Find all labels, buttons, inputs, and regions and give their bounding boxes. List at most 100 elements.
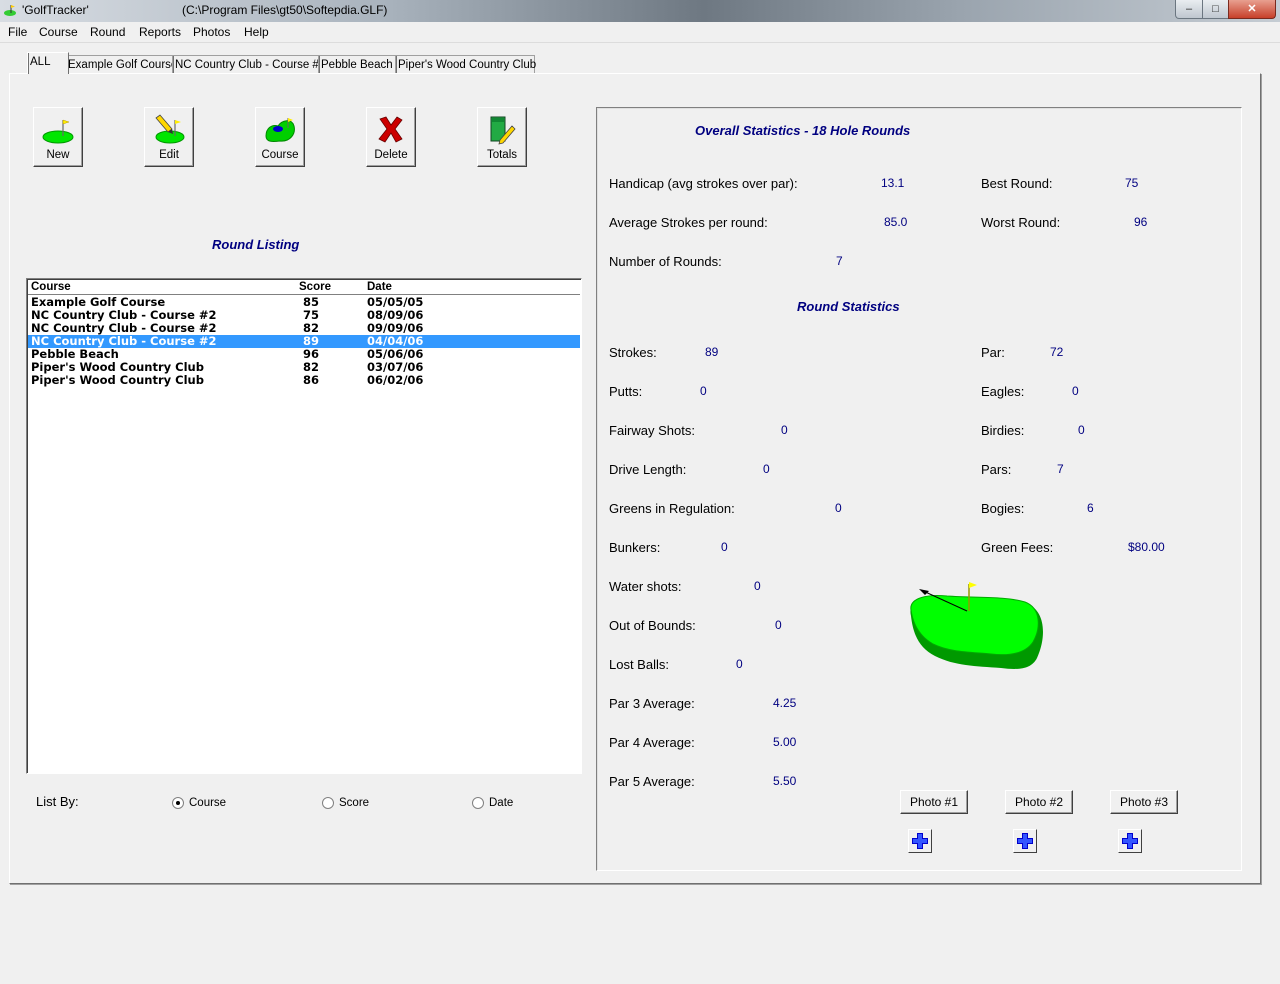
column-header-date[interactable]: Date — [367, 281, 392, 293]
lost-balls-value: 0 — [736, 657, 743, 671]
handicap-label: Handicap (avg strokes over par): — [609, 176, 798, 191]
list-header: Course Score Date — [28, 280, 580, 295]
best-round-label: Best Round: — [981, 176, 1053, 191]
avg-strokes-value: 85.0 — [884, 215, 908, 229]
putting-green-icon — [910, 582, 1043, 669]
photo-2-button[interactable]: Photo #2 — [1005, 790, 1073, 814]
pars-label: Pars: — [981, 462, 1012, 477]
radio-course[interactable] — [172, 797, 184, 809]
course-label: Course — [261, 149, 299, 161]
totals-button[interactable]: Totals — [477, 107, 527, 167]
round-listing-heading: Round Listing — [212, 237, 300, 252]
tab-all[interactable]: ALL — [27, 52, 69, 74]
radio-date[interactable] — [472, 797, 484, 809]
course-button[interactable]: Course — [255, 107, 305, 167]
bogies-value: 6 — [1087, 501, 1094, 515]
radio-score[interactable] — [322, 797, 334, 809]
num-rounds-value: 7 — [836, 254, 843, 268]
worst-round-value: 96 — [1134, 215, 1148, 229]
window-title: 'GolfTracker' — [22, 3, 89, 17]
par3-average-value: 4.25 — [773, 696, 797, 710]
add-photo-1-button[interactable] — [908, 829, 932, 853]
radio-date-label[interactable]: Date — [489, 797, 513, 809]
handicap-value: 13.1 — [881, 176, 905, 190]
add-photo-2-button[interactable] — [1013, 829, 1037, 853]
eagles-value: 0 — [1072, 384, 1079, 398]
par-label: Par: — [981, 345, 1005, 360]
out-of-bounds-label: Out of Bounds: — [609, 618, 696, 633]
eagles-label: Eagles: — [981, 384, 1025, 399]
maximize-button[interactable]: □ — [1202, 0, 1229, 19]
row-score: 86 — [303, 373, 320, 387]
drive-length-value: 0 — [763, 462, 770, 476]
column-header-course[interactable]: Course — [31, 281, 71, 293]
tab-pipers-wood[interactable]: Piper's Wood Country Club — [395, 55, 536, 74]
new-label: New — [46, 149, 70, 161]
radio-score-label[interactable]: Score — [339, 797, 369, 809]
strokes-label: Strokes: — [609, 345, 657, 360]
bunkers-value: 0 — [721, 540, 728, 554]
round-stats-heading: Round Statistics — [797, 299, 900, 314]
drive-length-label: Drive Length: — [609, 462, 687, 477]
par3-average-label: Par 3 Average: — [609, 696, 695, 711]
menu-help[interactable]: Help — [244, 25, 269, 39]
bogies-label: Bogies: — [981, 501, 1025, 516]
menu-bar: File Course Round Reports Photos Help — [0, 22, 1280, 43]
app-icon — [4, 5, 16, 16]
title-bar: 'GolfTracker' (C:\Program Files\gt50\Sof… — [0, 0, 1280, 22]
tab-pebble-beach[interactable]: Pebble Beach — [318, 55, 398, 74]
par5-average-value: 5.50 — [773, 774, 797, 788]
photo-3-button[interactable]: Photo #3 — [1110, 790, 1178, 814]
menu-file[interactable]: File — [8, 25, 27, 39]
putts-value: 0 — [700, 384, 707, 398]
edit-round-button[interactable]: Edit — [144, 107, 194, 167]
row-course: Piper's Wood Country Club — [31, 373, 204, 387]
new-round-button[interactable]: New — [33, 107, 83, 167]
list-by-label: List By: — [36, 794, 79, 809]
menu-round[interactable]: Round — [90, 25, 125, 39]
par4-average-value: 5.00 — [773, 735, 797, 749]
row-date: 06/02/06 — [367, 373, 424, 387]
round-listbox[interactable]: Course Score Date Example Golf Course 85 0… — [26, 278, 582, 774]
plus-icon — [1017, 833, 1033, 849]
green-fees-value: $80.00 — [1128, 540, 1165, 554]
course-map-icon — [265, 118, 295, 142]
minimize-button[interactable]: – — [1175, 0, 1203, 19]
putts-label: Putts: — [609, 384, 643, 399]
birdies-value: 0 — [1078, 423, 1085, 437]
close-button[interactable]: ✕ — [1228, 0, 1276, 19]
pars-value: 7 — [1057, 462, 1064, 476]
worst-round-label: Worst Round: — [981, 215, 1061, 230]
delete-round-button[interactable]: Delete — [366, 107, 416, 167]
fairway-value: 0 — [781, 423, 788, 437]
window-path: (C:\Program Files\gt50\Softepdia.GLF) — [182, 3, 388, 17]
water-shots-label: Water shots: — [609, 579, 682, 594]
edit-label: Edit — [159, 149, 179, 161]
tab-example-golf-course[interactable]: Example Golf Course — [65, 55, 177, 74]
birdies-label: Birdies: — [981, 423, 1025, 438]
tab-nc-country-club[interactable]: NC Country Club - Course #2 — [172, 55, 325, 74]
radio-course-label[interactable]: Course — [189, 797, 226, 809]
delete-label: Delete — [374, 149, 408, 161]
list-item[interactable]: Piper's Wood Country Club 86 06/02/06 — [28, 374, 580, 387]
delete-x-icon — [378, 116, 403, 143]
photo-1-button[interactable]: Photo #1 — [900, 790, 968, 814]
green-fees-label: Green Fees: — [981, 540, 1054, 555]
add-photo-3-button[interactable] — [1118, 829, 1142, 853]
edit-pencil-icon — [155, 114, 185, 144]
menu-photos[interactable]: Photos — [193, 25, 230, 39]
overall-stats-heading: Overall Statistics - 18 Hole Rounds — [695, 123, 911, 138]
avg-strokes-label: Average Strokes per round: — [609, 215, 768, 230]
menu-reports[interactable]: Reports — [139, 25, 181, 39]
par4-average-label: Par 4 Average: — [609, 735, 695, 750]
column-header-score[interactable]: Score — [299, 281, 331, 293]
menu-course[interactable]: Course — [39, 25, 78, 39]
gir-value: 0 — [835, 501, 842, 515]
plus-icon — [1122, 833, 1138, 849]
plus-icon — [912, 833, 928, 849]
lost-balls-label: Lost Balls: — [609, 657, 669, 672]
bunkers-label: Bunkers: — [609, 540, 661, 555]
num-rounds-label: Number of Rounds: — [609, 254, 722, 269]
green-flag-icon — [42, 119, 74, 144]
best-round-value: 75 — [1125, 176, 1139, 190]
